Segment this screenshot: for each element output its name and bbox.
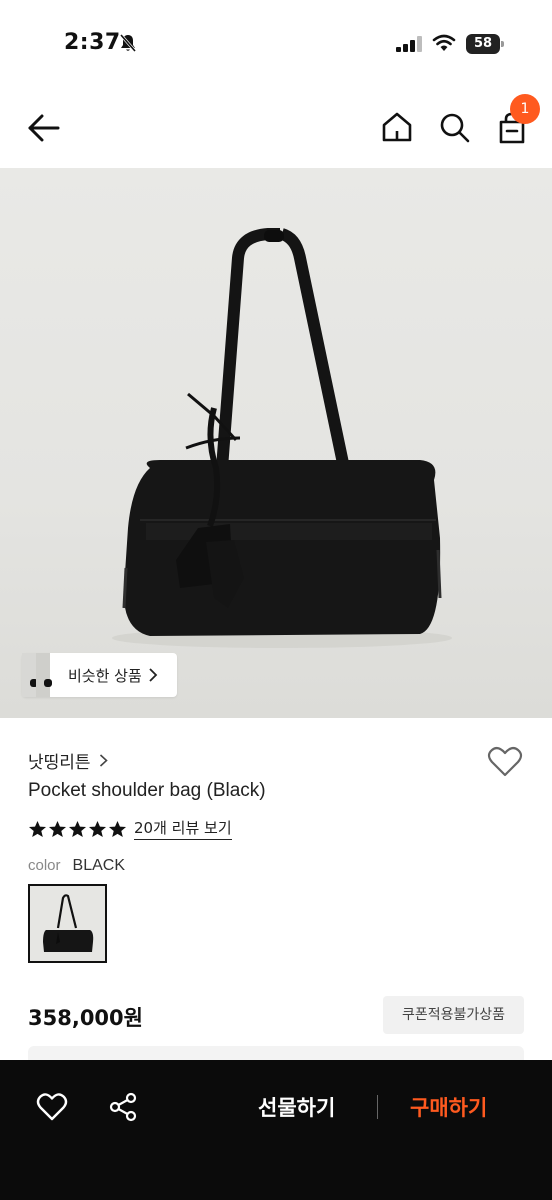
product-name: Pocket shoulder bag (Black) — [28, 780, 266, 801]
similar-thumb — [22, 653, 38, 697]
status-time: 2:37 — [64, 30, 121, 55]
product-price: 358,000원 — [28, 1006, 143, 1030]
review-link[interactable]: 20개 리뷰 보기 — [134, 817, 232, 840]
brand-name: 낫띵리튼 — [28, 753, 91, 773]
star-icon — [68, 820, 87, 837]
heart-icon[interactable] — [487, 746, 523, 778]
brand-link[interactable]: 낫띵리튼 — [28, 748, 108, 773]
home-icon[interactable] — [380, 110, 414, 144]
wifi-icon — [432, 34, 456, 51]
star-icon — [88, 820, 107, 837]
product-image[interactable]: 비슷한 상품 — [0, 168, 552, 718]
similar-products-button[interactable]: 비슷한 상품 — [22, 653, 177, 697]
battery-indicator: 58 — [466, 34, 504, 54]
top-nav: 1 — [0, 88, 552, 168]
heart-icon[interactable] — [36, 1092, 68, 1122]
rating-row: 20개 리뷰 보기 — [28, 817, 232, 840]
status-bar: 2:37 58 — [0, 0, 552, 88]
coupon-unavailable-badge: 쿠폰적용불가상품 — [383, 996, 524, 1034]
swatch-bag-image — [43, 894, 94, 952]
similar-products-label: 비슷한 상품 — [68, 666, 142, 685]
color-row: color BLACK — [28, 857, 125, 875]
star-icon — [48, 820, 67, 837]
gift-button[interactable]: 선물하기 — [258, 1092, 335, 1122]
star-icon — [108, 820, 127, 837]
chevron-right-icon — [99, 754, 108, 767]
bag-illustration — [112, 228, 452, 648]
color-value: BLACK — [72, 857, 125, 874]
battery-level: 58 — [466, 34, 500, 54]
search-icon[interactable] — [437, 110, 471, 144]
similar-thumbnails — [22, 653, 52, 697]
signal-icon — [396, 36, 422, 52]
divider — [377, 1095, 378, 1119]
next-section-peek — [28, 1046, 524, 1060]
bell-off-icon — [119, 34, 137, 52]
buy-button[interactable]: 구매하기 — [410, 1092, 487, 1122]
similar-thumb — [36, 653, 52, 697]
cart-count-badge: 1 — [510, 94, 540, 124]
star-icon — [28, 820, 47, 837]
share-icon[interactable] — [108, 1092, 138, 1122]
back-arrow-icon[interactable] — [24, 110, 64, 146]
bottom-action-bar: 선물하기 구매하기 — [0, 1060, 552, 1200]
color-swatch[interactable] — [28, 884, 107, 963]
chevron-right-icon — [149, 668, 158, 682]
battery-tip — [501, 41, 504, 47]
color-label: color — [28, 857, 61, 874]
